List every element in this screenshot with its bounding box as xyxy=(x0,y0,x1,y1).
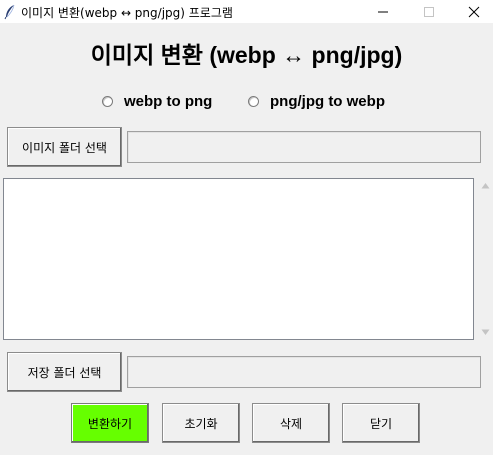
delete-button[interactable]: 삭제 xyxy=(252,403,330,443)
title-bar: 이미지 변환(webp ↔ png/jpg) 프로그램 xyxy=(0,0,493,24)
radio-webp-to-png[interactable]: webp to png xyxy=(102,90,212,112)
select-save-folder-button[interactable]: 저장 폴더 선택 xyxy=(7,352,122,392)
maximize-button[interactable] xyxy=(406,0,452,24)
radio-label: webp to png xyxy=(124,92,213,110)
select-image-folder-button[interactable]: 이미지 폴더 선택 xyxy=(7,127,122,167)
close-icon xyxy=(468,6,480,18)
convert-button[interactable]: 변환하기 xyxy=(71,403,149,443)
radio-button-icon[interactable] xyxy=(248,95,259,107)
file-listbox[interactable] xyxy=(3,178,474,340)
maximize-icon xyxy=(424,7,434,17)
minimize-button[interactable] xyxy=(360,0,406,24)
close-window-button[interactable] xyxy=(451,0,493,24)
radio-label: png/jpg to webp xyxy=(270,92,385,110)
listbox-scrollbar[interactable] xyxy=(478,178,493,340)
radio-button-icon[interactable] xyxy=(102,95,113,107)
page-title: 이미지 변환 (webp ↔ png/jpg) xyxy=(90,42,403,68)
radio-png-jpg-to-webp[interactable]: png/jpg to webp xyxy=(248,90,385,112)
window-title: 이미지 변환(webp ↔ png/jpg) 프로그램 xyxy=(21,6,233,20)
reset-button[interactable]: 초기화 xyxy=(162,403,240,443)
save-folder-field[interactable] xyxy=(127,356,481,388)
feather-icon xyxy=(4,4,16,20)
close-button[interactable]: 닫기 xyxy=(342,403,420,443)
image-folder-field[interactable] xyxy=(127,131,481,163)
minimize-icon xyxy=(378,11,388,13)
scroll-down-arrow-icon[interactable] xyxy=(481,329,490,336)
scroll-up-arrow-icon[interactable] xyxy=(481,182,490,189)
